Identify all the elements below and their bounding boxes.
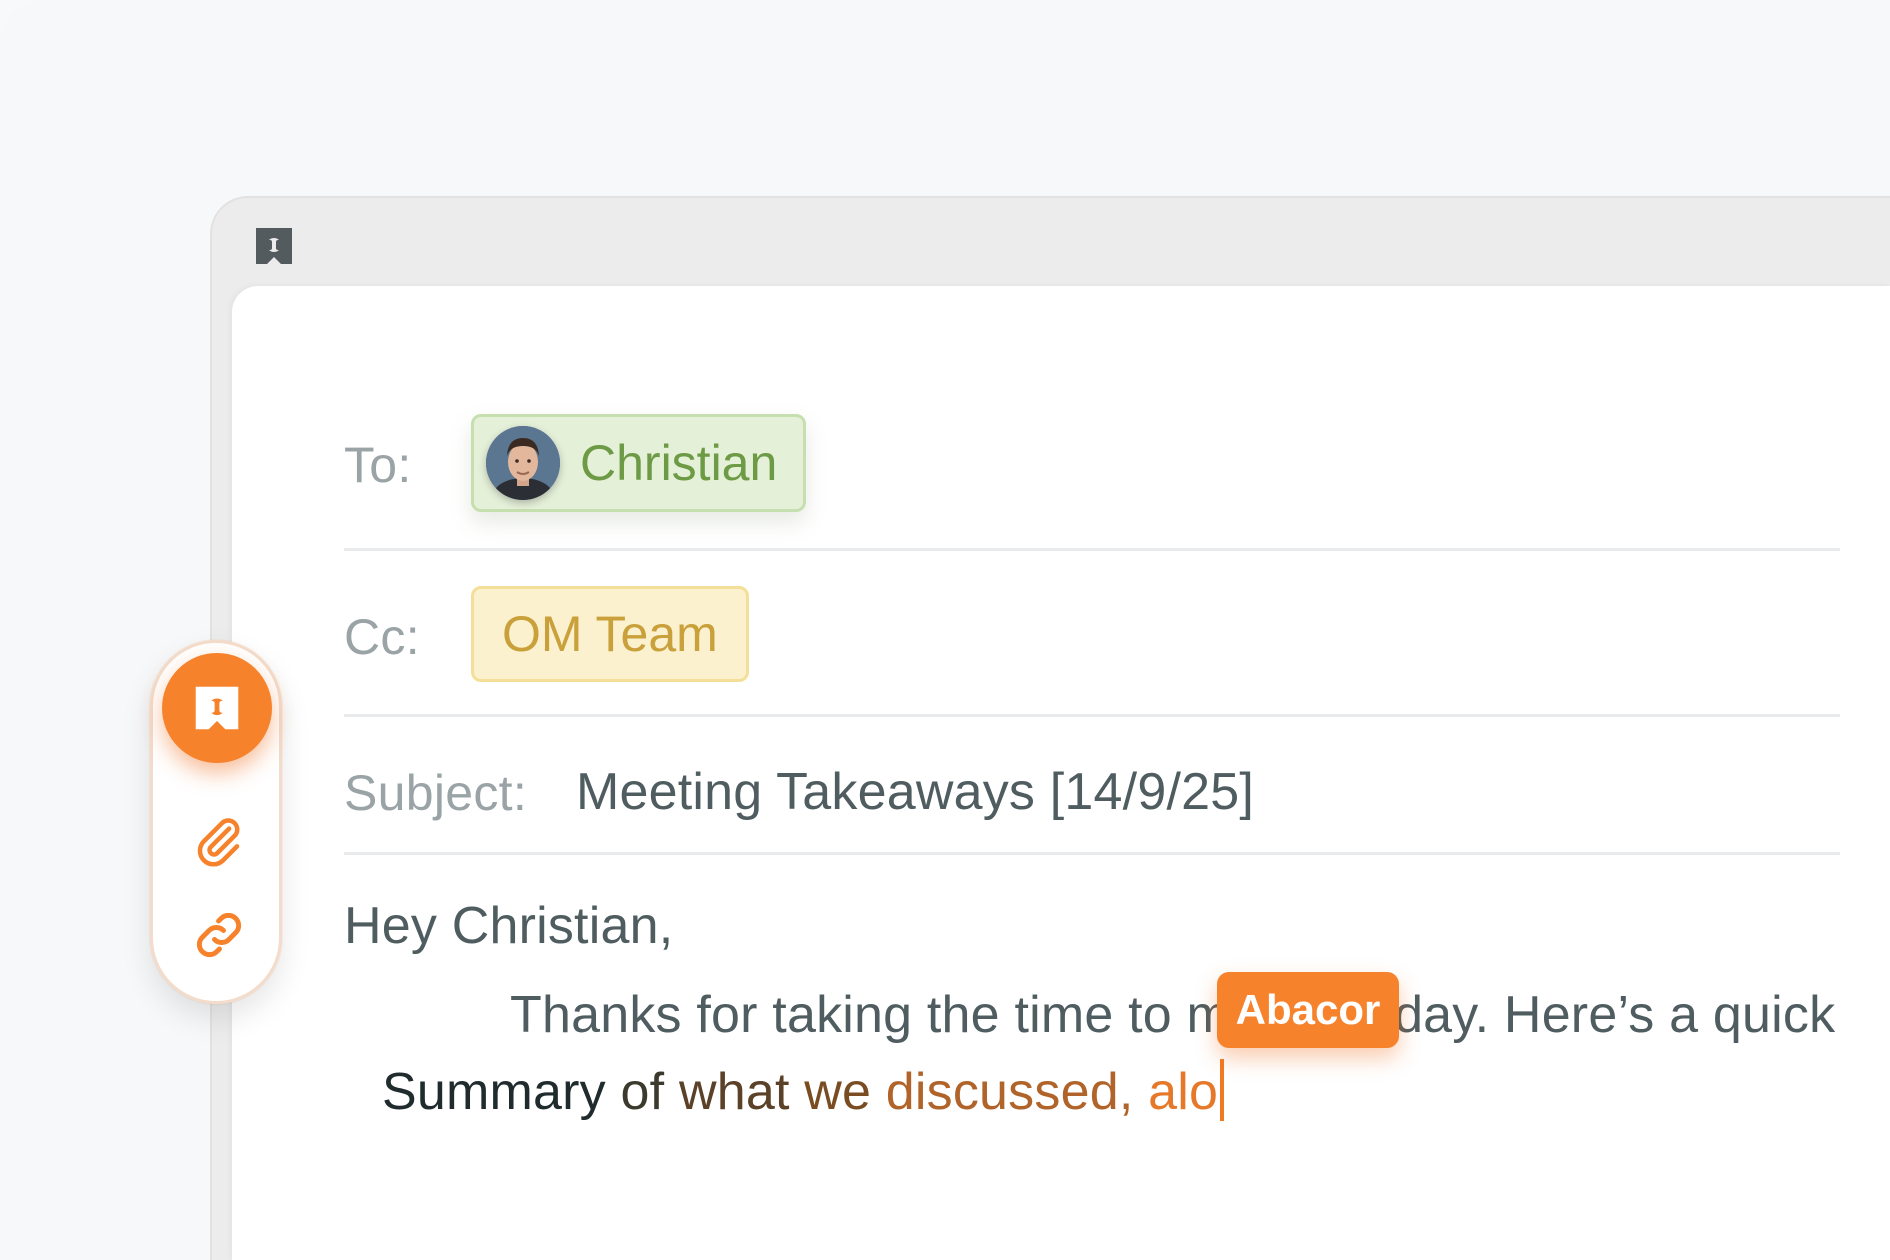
greeting-text: Hey Christian, <box>344 897 674 955</box>
attach-button[interactable] <box>189 811 249 871</box>
typed-word: alo <box>1148 1063 1219 1121</box>
app-logo-icon <box>256 228 292 264</box>
abacor-ai-button[interactable] <box>162 653 272 763</box>
to-label: To: <box>344 437 412 493</box>
compose-window: To: Christian Cc: OM Team Subject: Meeti… <box>210 196 1890 1260</box>
recipient-chip-om-team[interactable]: OM Team <box>471 586 749 682</box>
typed-word: Summary <box>382 1063 621 1121</box>
paperclip-icon <box>197 818 240 867</box>
recipient-name: OM Team <box>502 606 718 662</box>
body-line-2: Summary of what we discussed, alo <box>382 1059 1225 1122</box>
subject-row[interactable]: Subject: Meeting Takeaways [14/9/25] <box>344 736 1840 846</box>
body-text-segment: Thanks for taking the time to m <box>510 986 1231 1044</box>
collaborator-name: Abacor <box>1235 986 1381 1033</box>
avatar-image <box>486 426 560 500</box>
divider <box>344 714 1840 717</box>
typed-word: of <box>620 1063 679 1121</box>
compose-form: To: Christian Cc: OM Team Subject: Meeti… <box>232 286 1890 1260</box>
cc-row: Cc: OM Team <box>344 586 1840 686</box>
insert-link-button[interactable] <box>189 905 249 965</box>
typed-text: Summary of what we discussed, alo <box>382 1063 1218 1121</box>
divider <box>344 852 1840 855</box>
text-cursor <box>1220 1059 1225 1121</box>
typed-word: we <box>804 1063 886 1121</box>
collaborator-cursor-tag: Abacor <box>1217 972 1399 1048</box>
subject-input[interactable]: Meeting Takeaways [14/9/25] <box>576 762 1254 822</box>
typed-word: discussed, <box>885 1063 1149 1121</box>
recipient-chip-christian[interactable]: Christian <box>471 414 807 512</box>
link-icon <box>196 912 242 958</box>
cc-label: Cc: <box>344 609 420 665</box>
typed-word: what <box>678 1063 805 1121</box>
subject-label: Subject: <box>344 765 528 821</box>
avatar <box>486 426 560 500</box>
recipient-name: Christian <box>580 435 778 491</box>
abacor-logo-icon <box>195 686 239 730</box>
body-line-1: Thanks for taking the time to m day. Here… <box>510 985 1835 1045</box>
divider <box>344 548 1840 551</box>
background-card: To: Christian Cc: OM Team Subject: Meeti… <box>0 0 1890 1260</box>
floating-toolbar <box>150 640 282 1004</box>
to-row: To: Christian <box>344 414 1840 514</box>
body-text-segment: day. Here’s a quick <box>1394 986 1836 1044</box>
